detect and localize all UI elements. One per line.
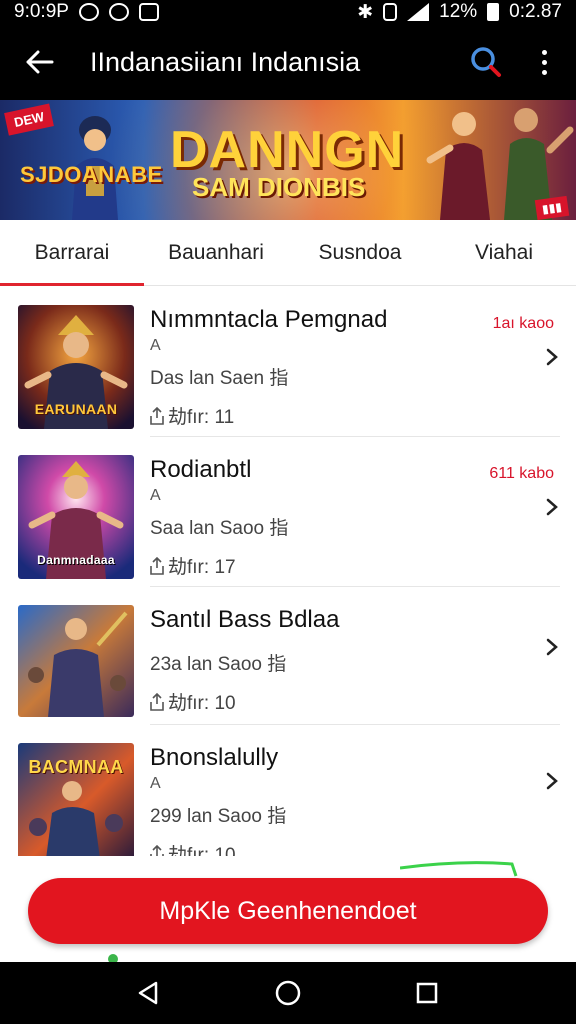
item-body: Rodianbtl A Saa lan Saoo 指 劫fır: 17 611 …	[150, 455, 558, 579]
item-count-row: 劫fır: 11	[150, 402, 558, 429]
chevron-right-icon[interactable]	[542, 637, 562, 657]
banner-left-text: SJDOANABE	[20, 162, 163, 187]
bluetooth-icon: ✱	[357, 1, 374, 23]
system-nav-bar	[0, 962, 576, 1024]
mail-icon	[138, 3, 159, 21]
item-title: Bnonslalully	[150, 744, 279, 771]
list-item[interactable]: Santıl Bass Bdlaa 23a lan Saoo 指 劫fır: 1…	[0, 587, 576, 725]
list-item[interactable]: EARUNAAN Nımmntacla Pemgnad A Das lan Sa…	[0, 287, 576, 437]
signal-icon	[407, 3, 430, 21]
sim-icon	[383, 3, 398, 21]
status-time-left: 9:0:9P	[14, 1, 69, 22]
item-thumbnail: Danmnadaaa	[18, 455, 134, 579]
tab-bar: Barrarai Bauanhari Susndoa Viahai	[0, 220, 576, 286]
tab-viahai[interactable]: Viahai	[432, 220, 576, 285]
list-item[interactable]: BACMNAA Bnonslalully A 299 lan Saoo 指 劫f…	[0, 725, 576, 866]
nav-home-icon[interactable]	[268, 973, 308, 1013]
item-thumbnail: BACMNAA	[18, 743, 134, 859]
item-count-row: 劫fır: 10	[150, 688, 558, 715]
promo-banner[interactable]: DEW SJDOANABE DANNGN SAM DIONBIS ▮▮▮	[0, 100, 576, 220]
thumbnail-caption: EARUNAAN	[34, 401, 118, 417]
app-title: IIndanasiianı Indanısia	[90, 46, 361, 77]
item-count: 劫fır: 10	[168, 693, 236, 714]
chevron-right-icon[interactable]	[542, 771, 562, 791]
item-meta-icon: A	[150, 775, 161, 792]
item-meta: Das lan Saen 指	[150, 368, 289, 389]
banner-title: DANNGN	[170, 121, 405, 179]
tab-bauanhari[interactable]: Bauanhari	[144, 220, 288, 285]
chevron-right-icon[interactable]	[542, 347, 562, 367]
item-meta-icon: A	[150, 487, 161, 504]
item-meta-icon: A	[150, 337, 161, 354]
share-icon	[150, 556, 164, 575]
app-bar: IIndanasiianı Indanısia	[0, 24, 576, 100]
nav-recents-icon[interactable]	[407, 973, 447, 1013]
item-meta: 299 lan Saoo 指	[150, 806, 287, 827]
item-price: 611 kabo	[489, 465, 554, 482]
progress-accent	[400, 861, 518, 877]
item-thumbnail	[18, 605, 134, 717]
tab-barrarai[interactable]: Barrarai	[0, 220, 144, 286]
battery-icon	[487, 3, 500, 21]
list-item[interactable]: Danmnadaaa Rodianbtl A Saa lan Saoo 指 劫f…	[0, 437, 576, 587]
banner-tag: ▮▮▮	[534, 195, 570, 220]
tab-susndoa[interactable]: Susndoa	[288, 220, 432, 285]
item-count: 劫fır: 11	[168, 407, 235, 428]
item-list: EARUNAAN Nımmntacla Pemgnad A Das lan Sa…	[0, 287, 576, 866]
item-body: Santıl Bass Bdlaa 23a lan Saoo 指 劫fır: 1…	[150, 605, 558, 715]
arrow-left-icon[interactable]	[22, 44, 58, 80]
status-right: ✱ 12% 0:2.87	[357, 1, 562, 24]
item-thumbnail: EARUNAAN	[18, 305, 134, 429]
primary-cta-button[interactable]: MpKle Geenhenendoet	[28, 878, 548, 944]
banner-subtitle: SAM DIONBIS	[192, 172, 366, 202]
thumbnail-caption: BACMNAA	[28, 757, 124, 777]
item-body: Nımmntacla Pemgnad A Das lan Saen 指 劫fır…	[150, 305, 558, 429]
chevron-right-icon[interactable]	[542, 497, 562, 517]
status-left: 9:0:9P	[14, 1, 159, 23]
item-meta: Saa lan Saoo 指	[150, 518, 289, 539]
search-icon[interactable]	[466, 42, 506, 82]
item-body: Bnonslalully A 299 lan Saoo 指 劫fır: 10	[150, 743, 558, 867]
status-bar: 9:0:9P ✱ 12% 0:2.87	[0, 0, 576, 24]
nav-back-icon[interactable]	[129, 973, 169, 1013]
item-count: 劫fır: 17	[168, 557, 236, 578]
more-vert-icon[interactable]	[534, 42, 554, 82]
thumbnail-caption: Danmnadaaa	[37, 553, 115, 567]
share-icon	[150, 692, 164, 711]
app-notification-icon	[108, 3, 129, 21]
item-price: 1aı kaoo	[492, 315, 554, 332]
battery-percent: 12%	[439, 1, 478, 22]
messenger-icon	[78, 3, 99, 21]
share-icon	[150, 406, 164, 425]
item-meta: 23a lan Saoo 指	[150, 654, 287, 675]
status-time-right: 0:2.87	[509, 1, 562, 22]
item-count-row: 劫fır: 17	[150, 552, 558, 579]
item-title: Santıl Bass Bdlaa	[150, 606, 340, 633]
